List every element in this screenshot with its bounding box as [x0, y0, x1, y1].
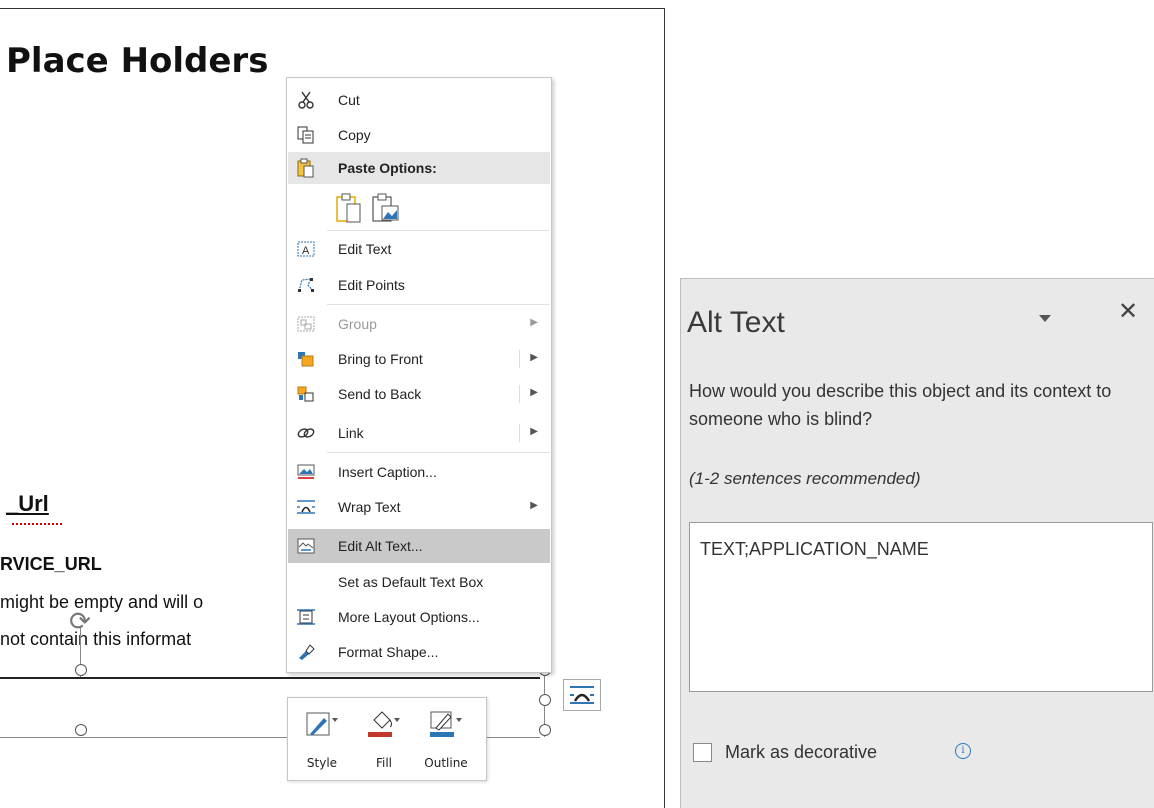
menu-item-bring-to-front[interactable]: Bring to Front ▶: [288, 342, 550, 376]
paste-option-buttons: [335, 190, 415, 226]
format-shape-icon: [299, 644, 315, 660]
submenu-divider: [519, 385, 520, 403]
menu-item-label: Edit Points: [338, 277, 405, 293]
menu-item-copy[interactable]: Copy: [288, 118, 550, 152]
alt-text-pane: Alt Text ✕ How would you describe this o…: [680, 278, 1154, 808]
submenu-divider: [519, 350, 520, 368]
submenu-arrow-icon[interactable]: ▶: [530, 352, 538, 363]
paste-icon: [297, 158, 314, 178]
menu-item-label: Insert Caption...: [338, 464, 437, 480]
menu-separator: [327, 304, 550, 305]
menu-separator: [327, 452, 550, 453]
outline-button[interactable]: Outline: [416, 704, 476, 774]
fill-button[interactable]: Fill: [354, 704, 414, 774]
alt-text-icon: [297, 538, 315, 554]
submenu-divider: [519, 424, 520, 442]
resize-handle[interactable]: [75, 664, 87, 676]
info-icon[interactable]: i: [955, 743, 971, 759]
alt-text-input[interactable]: TEXT;APPLICATION_NAME: [689, 522, 1153, 692]
menu-item-label: Send to Back: [338, 386, 422, 402]
outline-label: Outline: [424, 756, 468, 770]
submenu-arrow-icon[interactable]: ▶: [530, 426, 538, 437]
alt-text-hint: (1-2 sentences recommended): [689, 469, 921, 488]
document-heading: Place Holders: [6, 41, 269, 81]
menu-item-insert-caption[interactable]: Insert Caption...: [288, 455, 550, 489]
pane-options-dropdown-icon[interactable]: [1037, 313, 1053, 323]
menu-item-label: Edit Alt Text...: [338, 538, 423, 554]
close-icon[interactable]: ✕: [1115, 299, 1141, 325]
menu-item-link[interactable]: Link ▶: [288, 416, 550, 450]
shape-outline-icon: [430, 711, 462, 737]
edit-points-icon: [298, 278, 314, 292]
menu-item-label: Group: [338, 316, 377, 332]
body-text-line: might be empty and will o: [0, 592, 204, 612]
menu-item-label: Paste Options:: [338, 160, 437, 176]
spelling-squiggle: [12, 520, 62, 525]
url-heading: _Url: [6, 491, 49, 516]
shape-style-icon: [306, 712, 338, 736]
edit-text-icon: A: [297, 241, 315, 257]
decorative-checkbox[interactable]: [693, 743, 712, 762]
decorative-label: Mark as decorative: [725, 742, 878, 762]
style-button[interactable]: Style: [292, 704, 352, 774]
layout-options-icon: [297, 609, 315, 625]
menu-item-format-shape[interactable]: Format Shape...: [288, 635, 550, 669]
menu-item-label: Edit Text: [338, 241, 392, 257]
fill-label: Fill: [375, 756, 393, 770]
style-label: Style: [306, 756, 338, 770]
svg-text:A: A: [302, 245, 310, 257]
send-to-back-icon: [297, 386, 314, 402]
submenu-arrow-icon: ▶: [530, 500, 538, 511]
menu-item-edit-points[interactable]: Edit Points: [288, 268, 550, 302]
link-icon: [297, 428, 315, 438]
menu-item-label: More Layout Options...: [338, 609, 480, 625]
menu-item-more-layout-options[interactable]: More Layout Options...: [288, 600, 550, 634]
wrap-text-icon: [570, 686, 594, 704]
submenu-arrow-icon: ▶: [530, 317, 538, 328]
submenu-arrow-icon[interactable]: ▶: [530, 387, 538, 398]
menu-item-label: Set as Default Text Box: [338, 574, 484, 590]
scissors-icon: [298, 91, 314, 109]
paste-picture-icon[interactable]: [371, 192, 401, 224]
wrap-text-icon: [297, 500, 315, 514]
body-text-line: not contain this informat: [0, 629, 192, 649]
menu-item-cut[interactable]: Cut: [288, 83, 550, 117]
shape-border-top: [0, 677, 540, 679]
resize-handle[interactable]: [75, 724, 87, 736]
menu-item-label: Bring to Front: [338, 351, 423, 367]
group-icon: [297, 316, 315, 332]
copy-icon: [297, 126, 314, 144]
menu-item-label: Cut: [338, 92, 360, 108]
menu-item-label: Link: [338, 425, 364, 441]
resize-handle[interactable]: [539, 694, 551, 706]
fill-bucket-icon: [368, 711, 400, 737]
menu-item-wrap-text[interactable]: Wrap Text ▶: [288, 490, 550, 524]
alt-text-question: How would you describe this object and i…: [689, 381, 1112, 429]
menu-item-edit-text[interactable]: A Edit Text: [288, 232, 550, 266]
menu-item-label: Format Shape...: [338, 644, 439, 660]
context-menu: Cut Copy Paste Options: A Edit Text Edit…: [286, 77, 552, 673]
paste-options-header: Paste Options:: [288, 152, 550, 184]
resize-handle[interactable]: [539, 724, 551, 736]
mini-toolbar: Style Fill Outline: [287, 697, 487, 781]
menu-item-group[interactable]: Group ▶: [288, 307, 550, 341]
service-url-label: RVICE_URL: [0, 554, 102, 574]
insert-caption-icon: [297, 464, 315, 479]
menu-item-set-default-text-box[interactable]: Set as Default Text Box: [288, 565, 550, 599]
rotate-handle-icon[interactable]: ⟳: [66, 607, 94, 635]
bring-to-front-icon: [298, 352, 314, 367]
menu-item-send-to-back[interactable]: Send to Back ▶: [288, 377, 550, 411]
pane-title: Alt Text: [687, 306, 785, 339]
menu-item-label: Copy: [338, 127, 371, 143]
paste-keep-formatting-icon[interactable]: [335, 192, 363, 224]
layout-options-button[interactable]: [563, 679, 601, 711]
menu-item-label: Wrap Text: [338, 499, 401, 515]
menu-item-edit-alt-text[interactable]: Edit Alt Text...: [288, 529, 550, 563]
menu-separator: [327, 230, 550, 231]
